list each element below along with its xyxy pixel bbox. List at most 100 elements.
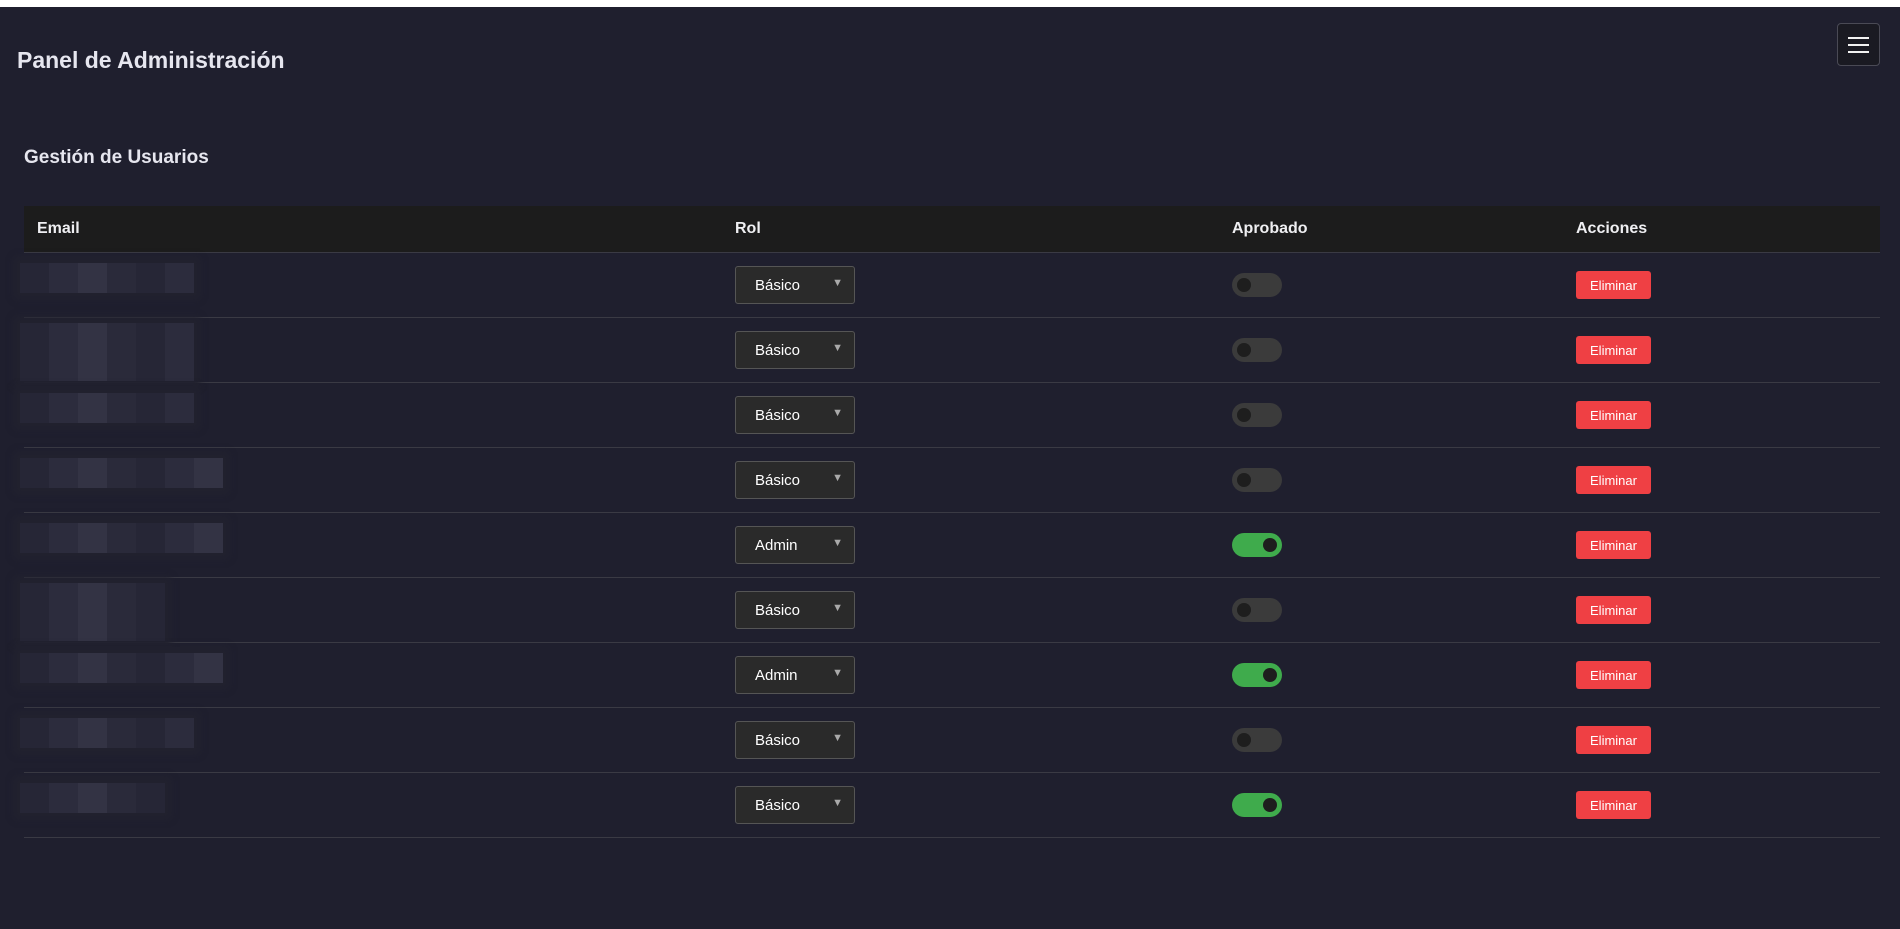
actions-cell: Eliminar (1563, 512, 1880, 578)
role-select-value: Admin (755, 666, 798, 684)
column-header-actions: Acciones (1563, 206, 1880, 253)
role-select[interactable]: Básico ▼ (735, 396, 855, 434)
hamburger-menu-icon (1848, 36, 1869, 39)
role-select-value: Básico (755, 276, 801, 294)
redacted-email (20, 718, 194, 748)
table-row: Básico ▼ Eliminar (20, 252, 1880, 318)
table-header-row: Email Rol Aprobado Acciones (24, 206, 1880, 253)
chevron-down-icon: ▼ (832, 407, 843, 419)
column-header-email: Email (24, 206, 722, 253)
role-cell: Básico ▼ (722, 447, 1219, 513)
role-select[interactable]: Básico ▼ (735, 591, 855, 629)
role-cell: Básico ▼ (722, 317, 1219, 383)
chevron-down-icon: ▼ (832, 342, 843, 354)
email-cell (20, 707, 722, 773)
toggle-knob (1263, 538, 1277, 552)
approved-toggle[interactable] (1232, 533, 1282, 557)
delete-button[interactable]: Eliminar (1576, 596, 1651, 624)
table-row: Admin ▼ Eliminar (20, 512, 1880, 578)
approved-toggle[interactable] (1232, 663, 1282, 687)
email-cell (20, 317, 722, 383)
toggle-knob (1263, 668, 1277, 682)
role-select-value: Básico (755, 471, 801, 489)
chevron-down-icon: ▼ (832, 667, 843, 679)
toggle-knob (1237, 278, 1251, 292)
approved-cell (1219, 447, 1563, 513)
redacted-email (20, 583, 165, 641)
role-cell: Básico ▼ (722, 382, 1219, 448)
table-row: Básico ▼ Eliminar (20, 382, 1880, 448)
approved-toggle[interactable] (1232, 728, 1282, 752)
email-cell (20, 512, 722, 578)
toggle-knob (1237, 343, 1251, 357)
users-table: Email Rol Aprobado Acciones Básico ▼ Elimi… (20, 206, 1880, 838)
role-select-value: Básico (755, 731, 801, 749)
delete-button[interactable]: Eliminar (1576, 466, 1651, 494)
toggle-knob (1237, 603, 1251, 617)
approved-toggle[interactable] (1232, 338, 1282, 362)
role-select[interactable]: Básico ▼ (735, 331, 855, 369)
approved-cell (1219, 382, 1563, 448)
delete-button[interactable]: Eliminar (1576, 271, 1651, 299)
approved-toggle[interactable] (1232, 403, 1282, 427)
role-select[interactable]: Básico ▼ (735, 786, 855, 824)
approved-toggle[interactable] (1232, 598, 1282, 622)
column-header-role: Rol (722, 206, 1219, 253)
role-cell: Básico ▼ (722, 252, 1219, 318)
role-select[interactable]: Básico ▼ (735, 461, 855, 499)
actions-cell: Eliminar (1563, 772, 1880, 838)
delete-button[interactable]: Eliminar (1576, 336, 1651, 364)
toggle-knob (1237, 408, 1251, 422)
actions-cell: Eliminar (1563, 577, 1880, 643)
approved-cell (1219, 577, 1563, 643)
role-select[interactable]: Admin ▼ (735, 526, 855, 564)
email-cell (20, 252, 722, 318)
role-select[interactable]: Básico ▼ (735, 266, 855, 304)
approved-toggle[interactable] (1232, 468, 1282, 492)
delete-button[interactable]: Eliminar (1576, 401, 1651, 429)
admin-panel: Panel de Administración Gestión de Usuar… (0, 7, 1900, 929)
chevron-down-icon: ▼ (832, 797, 843, 809)
role-cell: Básico ▼ (722, 707, 1219, 773)
role-select[interactable]: Admin ▼ (735, 656, 855, 694)
email-cell (20, 447, 722, 513)
delete-button[interactable]: Eliminar (1576, 791, 1651, 819)
chevron-down-icon: ▼ (832, 602, 843, 614)
table-row: Básico ▼ Eliminar (20, 317, 1880, 383)
approved-cell (1219, 317, 1563, 383)
toggle-knob (1263, 798, 1277, 812)
table-row: Básico ▼ Eliminar (20, 447, 1880, 513)
delete-button[interactable]: Eliminar (1576, 726, 1651, 754)
toggle-knob (1237, 733, 1251, 747)
approved-toggle[interactable] (1232, 793, 1282, 817)
redacted-email (20, 263, 194, 293)
actions-cell: Eliminar (1563, 642, 1880, 708)
role-select-value: Básico (755, 406, 801, 424)
delete-button[interactable]: Eliminar (1576, 661, 1651, 689)
chevron-down-icon: ▼ (832, 277, 843, 289)
approved-cell (1219, 512, 1563, 578)
hamburger-menu-icon-bar (1848, 43, 1869, 46)
approved-cell (1219, 707, 1563, 773)
email-cell (20, 382, 722, 448)
page-title: Panel de Administración (17, 47, 285, 73)
approved-toggle[interactable] (1232, 273, 1282, 297)
table-row: Básico ▼ Eliminar (20, 707, 1880, 773)
email-cell (20, 772, 722, 838)
role-cell: Básico ▼ (722, 577, 1219, 643)
column-header-approved: Aprobado (1219, 206, 1563, 253)
delete-button[interactable]: Eliminar (1576, 531, 1651, 559)
redacted-email (20, 393, 194, 423)
actions-cell: Eliminar (1563, 447, 1880, 513)
menu-button[interactable] (1837, 23, 1880, 66)
role-cell: Básico ▼ (722, 772, 1219, 838)
actions-cell: Eliminar (1563, 707, 1880, 773)
role-select-value: Admin (755, 536, 798, 554)
users-table-body: Básico ▼ Eliminar Básico ▼ Eliminar Básico ▼ Eli… (20, 252, 1880, 838)
role-select[interactable]: Básico ▼ (735, 721, 855, 759)
actions-cell: Eliminar (1563, 317, 1880, 383)
approved-cell (1219, 642, 1563, 708)
chevron-down-icon: ▼ (832, 472, 843, 484)
actions-cell: Eliminar (1563, 252, 1880, 318)
section-title: Gestión de Usuarios (24, 147, 209, 168)
